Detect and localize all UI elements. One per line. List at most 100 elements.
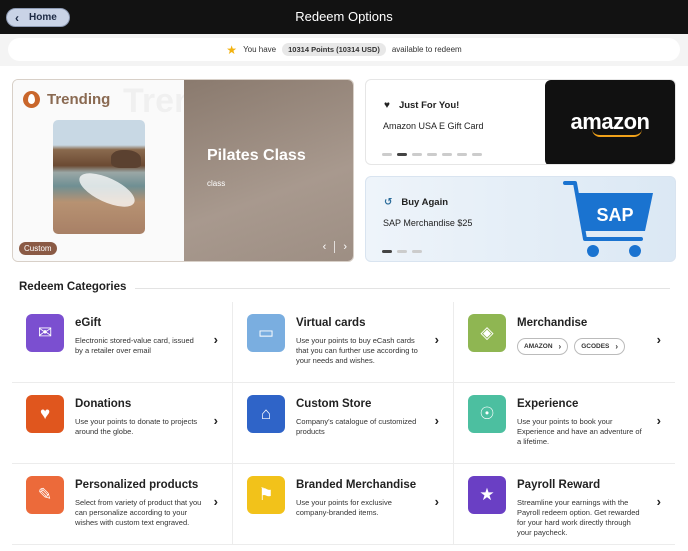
category-merchandise[interactable]: ◈ Merchandise AMAZON › GCODES › ›: [454, 302, 675, 383]
category-description: Use your points to book your Experience …: [517, 417, 642, 446]
chevron-right-icon[interactable]: ›: [435, 494, 439, 509]
sap-logo-text: SAP: [596, 205, 633, 225]
shopping-cart-icon: SAP: [563, 181, 653, 257]
category-title: Personalized products: [75, 479, 199, 491]
carousel-dot[interactable]: [442, 153, 452, 156]
category-description: Company's catalogue of customized produc…: [296, 417, 417, 436]
trending-item-image[interactable]: [53, 120, 145, 234]
category-title: Custom Store: [296, 398, 372, 410]
category-description: Select from variety of product that you …: [75, 498, 202, 527]
category-title: Donations: [75, 398, 132, 410]
points-bar: ★ You have 10314 Points (10314 USD) avai…: [8, 38, 680, 61]
category-title: Merchandise: [517, 317, 588, 329]
trending-nav: ‹ ›: [323, 241, 347, 253]
just-for-you-item: Amazon USA E Gift Card: [383, 121, 484, 131]
buy-again-title: Buy Again: [401, 197, 449, 208]
chevron-right-icon[interactable]: ›: [214, 332, 218, 347]
category-description: Use your points to donate to projects ar…: [75, 417, 198, 436]
nav-divider: [334, 241, 336, 253]
category-description: Use your points for exclusive company-br…: [296, 498, 392, 517]
carousel-dot-active[interactable]: [382, 250, 392, 253]
points-suffix: available to redeem: [391, 45, 462, 54]
gift-card-icon: ✉: [26, 314, 64, 352]
tag-icon: ◈: [468, 314, 506, 352]
wave-foam-shape: [74, 166, 140, 214]
category-description: Streamline your earnings with the Payrol…: [517, 498, 640, 537]
just-for-you-card[interactable]: ♥ Just For You! Amazon USA E Gift Card a…: [365, 79, 676, 165]
category-title: eGift: [75, 317, 102, 329]
trending-item-title: Pilates Class: [207, 147, 306, 164]
store-icon: ⌂: [247, 395, 285, 433]
trending-carousel[interactable]: Tren Trending Custom Pilates Class class…: [12, 79, 354, 262]
carousel-dot[interactable]: [397, 250, 407, 253]
flame-icon: [23, 91, 40, 108]
category-title: Virtual cards: [296, 317, 366, 329]
trending-left-pane: Tren Trending Custom: [13, 80, 195, 261]
carousel-dot[interactable]: [412, 153, 422, 156]
points-balance: 10314 Points (10314 USD): [282, 43, 386, 56]
chevron-right-icon: ›: [615, 342, 619, 351]
category-description: Use your points to buy eCash cards that …: [296, 336, 418, 365]
heart-icon: ♥: [384, 100, 390, 111]
chip-label: AMAZON: [524, 343, 553, 350]
chevron-right-icon[interactable]: ›: [343, 241, 347, 253]
personalize-icon: ✎: [26, 476, 64, 514]
just-for-you-header: ♥ Just For You!: [384, 100, 459, 111]
category-custom-store[interactable]: ⌂ Custom Store Company's catalogue of cust…: [233, 383, 454, 464]
trending-header: Trending: [23, 91, 110, 108]
trending-item-subtitle: class: [207, 179, 226, 188]
buy-again-header: ↺ Buy Again: [384, 197, 448, 208]
category-description: Electronic stored-value card, issued by …: [75, 336, 194, 355]
compass-icon: ☉: [468, 395, 506, 433]
chevron-right-icon[interactable]: ›: [657, 413, 661, 428]
amazon-logo: amazon: [545, 80, 675, 164]
chevron-right-icon: ›: [558, 342, 562, 351]
chevron-right-icon[interactable]: ›: [657, 494, 661, 509]
buy-again-card[interactable]: ↺ Buy Again SAP Merchandise $25 SAP: [365, 176, 676, 262]
buy-again-item: SAP Merchandise $25: [383, 218, 473, 228]
chevron-left-icon[interactable]: ‹: [323, 241, 327, 253]
amazon-smile-icon: [592, 129, 642, 137]
chevron-right-icon[interactable]: ›: [657, 332, 661, 347]
refresh-icon: ↺: [384, 197, 393, 208]
trending-right-pane[interactable]: Pilates Class class ‹ ›: [184, 80, 353, 261]
rock-shape: [111, 150, 141, 168]
chip-amazon[interactable]: AMAZON ›: [517, 338, 569, 355]
buy-again-dots: [382, 250, 427, 253]
top-bar: ‹ Home Redeem Options: [0, 0, 688, 34]
trending-title: Trending: [47, 91, 111, 108]
virtual-card-icon: ▭: [247, 314, 285, 352]
category-personalized-products[interactable]: ✎ Personalized products Select from variet…: [12, 464, 233, 545]
carousel-dot[interactable]: [382, 153, 392, 156]
category-title: Payroll Reward: [517, 479, 601, 491]
custom-badge: Custom: [19, 242, 57, 255]
chevron-right-icon[interactable]: ›: [214, 494, 218, 509]
payroll-star-icon: ★: [468, 476, 506, 514]
categories-grid: ✉ eGift Electronic stored-value card, issu…: [12, 302, 676, 551]
carousel-dot[interactable]: [427, 153, 437, 156]
section-divider: [135, 288, 670, 289]
category-title: Experience: [517, 398, 579, 410]
category-title: Branded Merchandise: [296, 479, 417, 491]
redeem-categories-title: Redeem Categories: [19, 281, 127, 293]
chevron-right-icon[interactable]: ›: [214, 413, 218, 428]
chip-label: GCODES: [581, 343, 610, 350]
chip-gcodes[interactable]: GCODES ›: [574, 338, 626, 355]
carousel-dot-active[interactable]: [397, 153, 407, 156]
points-prefix: You have: [243, 45, 277, 54]
carousel-dot[interactable]: [472, 153, 482, 156]
category-chips: AMAZON › GCODES ›: [517, 338, 631, 355]
just-for-you-dots: [382, 153, 487, 156]
category-egift[interactable]: ✉ eGift Electronic stored-value card, issu…: [12, 302, 233, 383]
category-experience[interactable]: ☉ Experience Use your points to book your …: [454, 383, 675, 464]
chevron-right-icon[interactable]: ›: [435, 332, 439, 347]
category-branded-merchandise[interactable]: ⚑ Branded Merchandise Use your points for …: [233, 464, 454, 545]
just-for-you-title: Just For You!: [398, 100, 460, 111]
tshirt-icon: ⚑: [247, 476, 285, 514]
carousel-dot[interactable]: [412, 250, 422, 253]
category-donations[interactable]: ♥ Donations Use your points to donate to p…: [12, 383, 233, 464]
category-virtual-cards[interactable]: ▭ Virtual cards Use your points to buy eCa…: [233, 302, 454, 383]
chevron-right-icon[interactable]: ›: [435, 413, 439, 428]
carousel-dot[interactable]: [457, 153, 467, 156]
category-payroll-reward[interactable]: ★ Payroll Reward Streamline your earnings …: [454, 464, 675, 545]
